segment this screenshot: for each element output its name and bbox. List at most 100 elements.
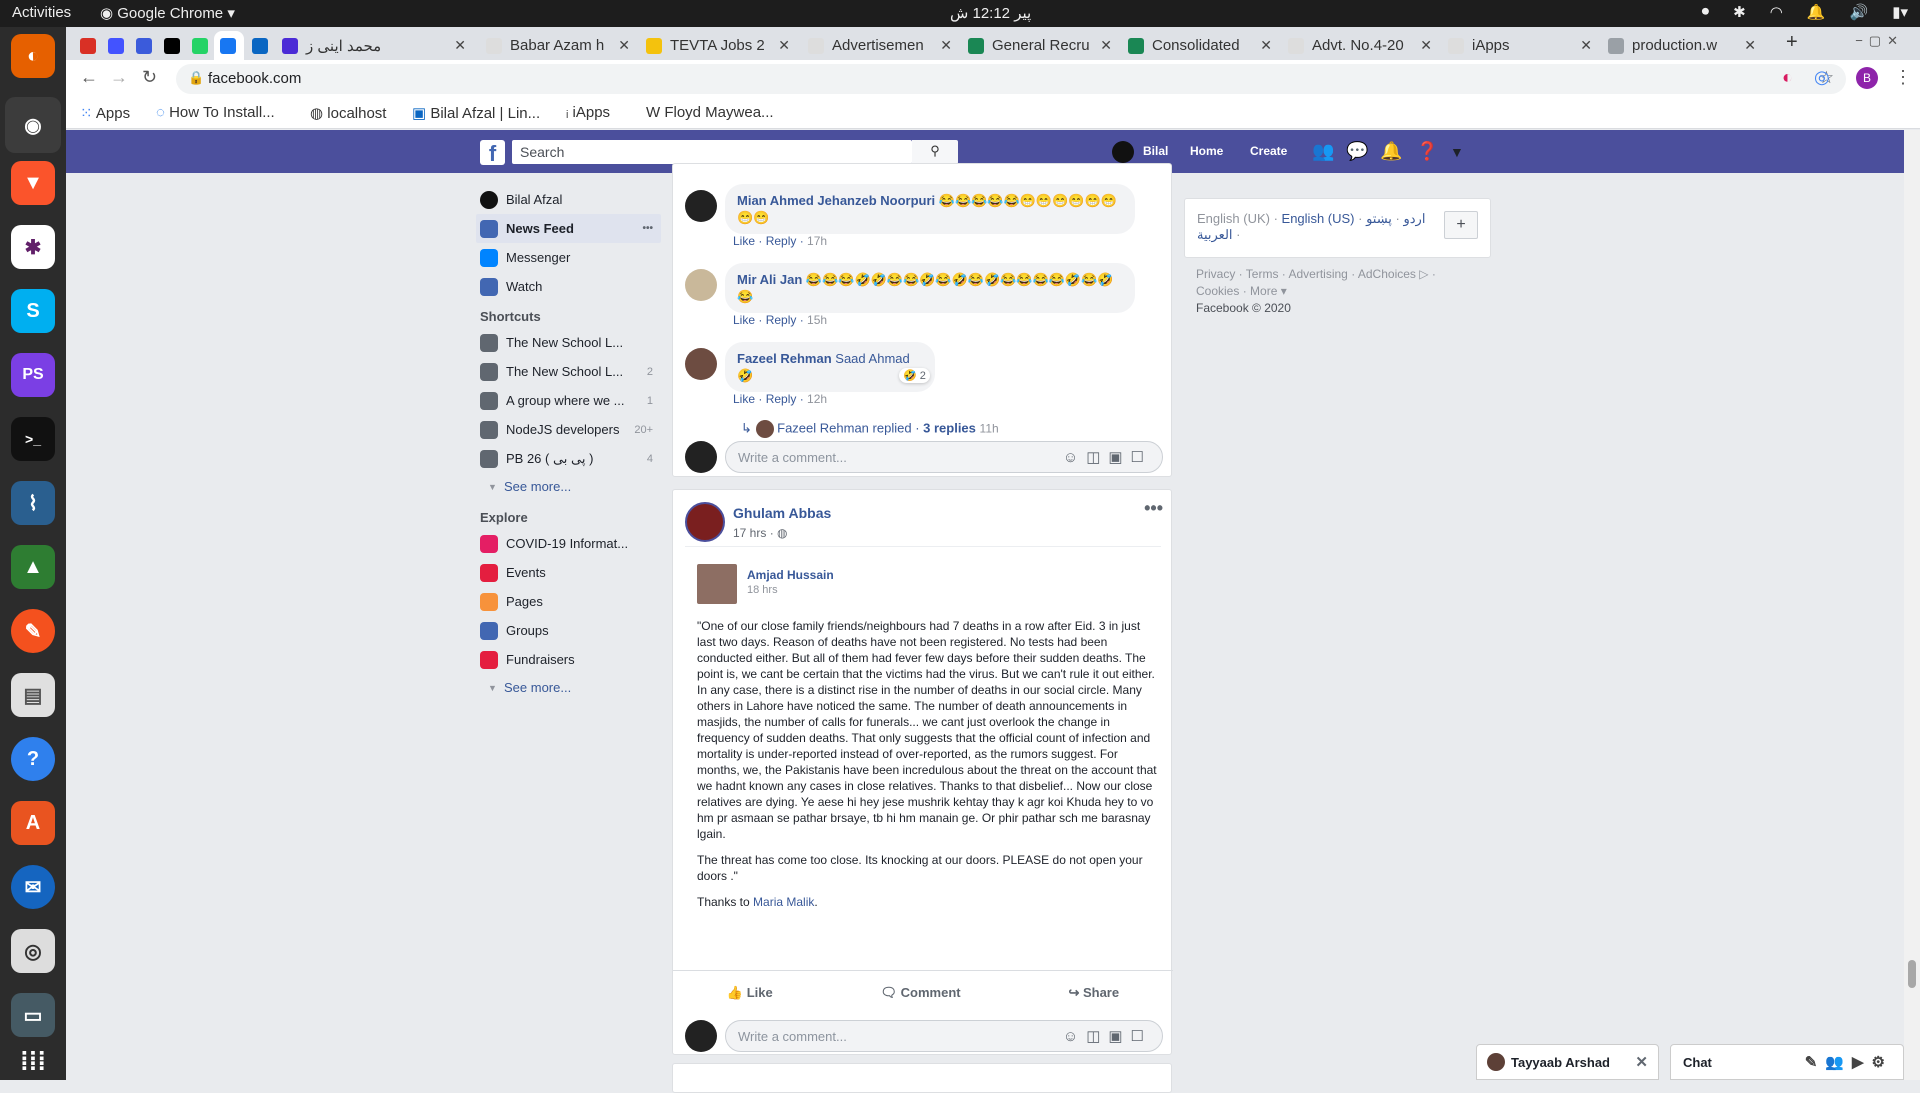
robo3t-icon[interactable]: ▲	[11, 545, 55, 589]
explore-item[interactable]: Groups	[476, 616, 661, 645]
close-tab-icon[interactable]: ✕	[778, 37, 790, 54]
language-link[interactable]: پښتو	[1366, 211, 1392, 226]
search-input[interactable]: Search	[512, 140, 912, 164]
close-tab-icon[interactable]: ✕	[1260, 37, 1272, 54]
comment-author[interactable]: Mian Ahmed Jehanzeb Noorpuri	[737, 193, 935, 208]
create-link[interactable]: Create	[1250, 144, 1287, 158]
sidebar-item[interactable]: Watch	[476, 272, 661, 301]
footer-link[interactable]: More	[1250, 284, 1277, 298]
comment-time[interactable]: 12h	[807, 392, 827, 406]
postman-icon[interactable]: ✎	[11, 609, 55, 653]
new-tab-button[interactable]: +	[1786, 31, 1798, 54]
extension-icon[interactable]: ◎	[1814, 67, 1830, 88]
browser-tab[interactable]: Babar Azam h ✕	[480, 31, 636, 60]
comment-author[interactable]: Mir Ali Jan	[737, 272, 802, 287]
close-tab-icon[interactable]: ✕	[1100, 37, 1112, 54]
add-language-button[interactable]: +	[1444, 211, 1478, 239]
back-icon[interactable]: ←	[80, 67, 98, 88]
footer-link[interactable]: AdChoices	[1358, 267, 1416, 281]
gear-icon[interactable]: ⚙	[1872, 1054, 1893, 1071]
profile-link[interactable]: Bilal	[1143, 144, 1168, 158]
files-icon[interactable]: ▤	[11, 673, 55, 717]
avatar[interactable]	[685, 269, 717, 301]
messenger-icon[interactable]: 💬	[1346, 141, 1368, 162]
reply-link[interactable]: Reply	[766, 313, 797, 327]
browser-tab[interactable]	[102, 31, 128, 60]
shortcut-item[interactable]: The New School L...	[476, 328, 661, 357]
notification-icon[interactable]: 🔔	[1807, 3, 1826, 21]
reply-link[interactable]: Reply	[766, 234, 797, 248]
shared-author[interactable]: Amjad Hussain	[747, 568, 834, 582]
slack-icon[interactable]: ✱	[11, 225, 55, 269]
post-author[interactable]: Ghulam Abbas	[733, 505, 831, 521]
rhythmbox-icon[interactable]: ◎	[11, 929, 55, 973]
bookmark-localhost[interactable]: ◍ localhost	[310, 104, 386, 122]
reply-link[interactable]: Reply	[766, 392, 797, 406]
language-link[interactable]: العربية	[1197, 227, 1233, 242]
like-button[interactable]: 👍 Like	[727, 985, 773, 1001]
chat-sidebar-bar[interactable]: Chat ✎👥▶⚙	[1670, 1044, 1904, 1080]
bookmark-floyd[interactable]: W Floyd Maywea...	[646, 104, 774, 121]
notifications-icon[interactable]: 🔔	[1380, 141, 1402, 162]
close-tab-icon[interactable]: ✕	[1420, 37, 1432, 54]
post-options-icon[interactable]: •••	[1144, 498, 1163, 519]
forward-icon[interactable]: →	[110, 67, 128, 88]
comment-input[interactable]: Write a comment... ☺◫▣☐	[725, 1020, 1163, 1052]
video-call-icon[interactable]: ▶	[1852, 1054, 1872, 1071]
volume-icon[interactable]: 🔊	[1850, 3, 1869, 21]
browser-tab[interactable]: Advt. No.4-20 ✕	[1282, 31, 1438, 60]
page-scrollbar[interactable]	[1904, 130, 1920, 1080]
like-link[interactable]: Like	[733, 392, 755, 406]
help-icon[interactable]: ?	[11, 737, 55, 781]
explore-item[interactable]: Pages	[476, 587, 661, 616]
bookmark-apps[interactable]: ⁙ Apps	[80, 104, 130, 122]
menu-icon[interactable]: ⋮	[1894, 67, 1912, 88]
browser-tab[interactable]	[158, 31, 184, 60]
footer-link[interactable]: Privacy	[1196, 267, 1235, 281]
close-tab-icon[interactable]: ✕	[1744, 37, 1756, 54]
language-link[interactable]: English (US)	[1282, 211, 1355, 226]
comment-input[interactable]: Write a comment... ☺◫▣☐	[725, 441, 1163, 473]
close-tab-icon[interactable]: ✕	[1580, 37, 1592, 54]
browser-tab[interactable]: General Recru ✕	[962, 31, 1118, 60]
explore-item[interactable]: Events	[476, 558, 661, 587]
search-icon[interactable]: ⚲	[912, 140, 958, 164]
record-icon[interactable]: ⏺	[1702, 3, 1710, 21]
system-tray[interactable]: ⏺ ✱ ◠ 🔔 🔊 ▮▾	[1702, 3, 1908, 21]
firefox-icon[interactable]: ◐	[11, 34, 55, 78]
browser-tab[interactable]: iApps ✕	[1442, 31, 1598, 60]
shared-time[interactable]: 18 hrs	[747, 584, 778, 596]
chrome-icon[interactable]: ◉	[5, 97, 61, 153]
scrollbar-thumb[interactable]	[1908, 960, 1916, 988]
avatar[interactable]	[1112, 141, 1134, 163]
post-time[interactable]: 17 hrs · ◍	[733, 526, 788, 540]
comment-tools-icons[interactable]: ☺◫▣☐	[1063, 1027, 1152, 1045]
thanks-mention[interactable]: Maria Malik	[753, 895, 814, 909]
avatar[interactable]	[697, 564, 737, 604]
footer-link[interactable]: Cookies	[1196, 284, 1239, 298]
more-options-icon[interactable]: •••	[642, 223, 653, 234]
chat-tools[interactable]: ✎👥▶⚙	[1805, 1053, 1893, 1071]
brave-icon[interactable]: ▼	[11, 161, 55, 205]
help-icon[interactable]: ❓	[1416, 141, 1438, 162]
profile-avatar[interactable]: B	[1856, 67, 1878, 89]
browser-tab[interactable]	[130, 31, 156, 60]
browser-tab[interactable]	[214, 31, 244, 60]
profile-link[interactable]: Bilal Afzal	[476, 185, 661, 214]
browser-tab[interactable]	[246, 31, 272, 60]
explore-item[interactable]: Fundraisers	[476, 645, 661, 674]
close-icon[interactable]: ✕	[1635, 1053, 1648, 1071]
close-tab-icon[interactable]: ✕	[940, 37, 952, 54]
browser-tab[interactable]	[74, 31, 100, 60]
home-link[interactable]: Home	[1190, 144, 1223, 158]
browser-tab[interactable]: محمد اینی ز ✕	[276, 31, 472, 60]
wifi-icon[interactable]: ◠	[1770, 3, 1783, 21]
bookmark-linkedin[interactable]: ▣ Bilal Afzal | Lin...	[412, 104, 540, 122]
bookmark-iapps[interactable]: ᵢ iApps	[566, 104, 610, 121]
terminal-icon[interactable]: >_	[11, 417, 55, 461]
account-menu-icon[interactable]: ▼	[1450, 144, 1464, 160]
share-button[interactable]: ↪ Share	[1068, 985, 1119, 1001]
window-controls[interactable]: −▢✕	[1855, 33, 1904, 49]
footer-link[interactable]: Terms	[1246, 267, 1279, 281]
show-apps-icon[interactable]: ⁞⁞⁞	[11, 1039, 55, 1083]
